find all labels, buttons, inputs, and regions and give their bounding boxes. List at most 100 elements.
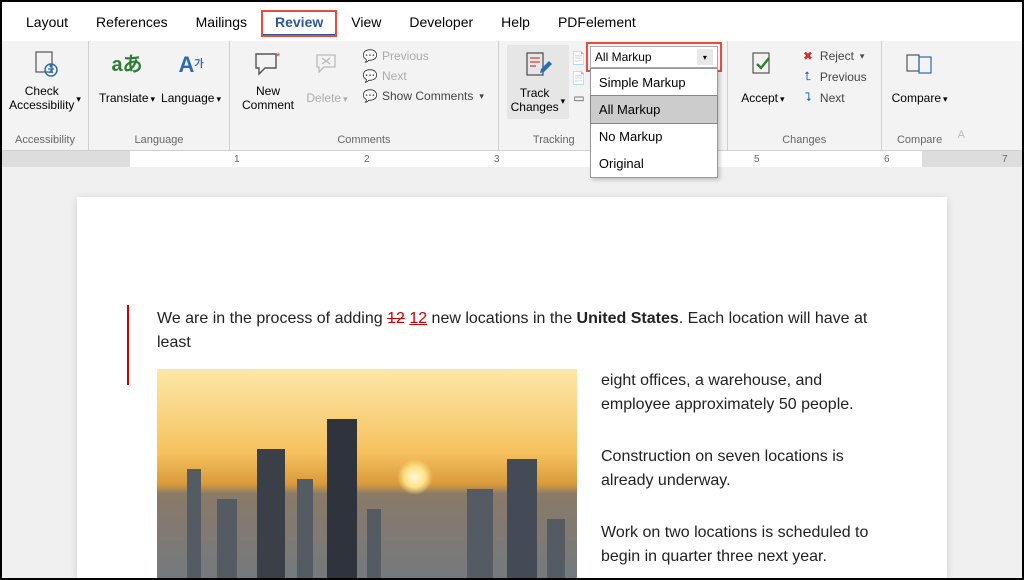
ruler-mark: 6 (884, 154, 890, 165)
accept-button[interactable]: Accept▾ (736, 43, 790, 117)
tracking-option-2[interactable]: 📄 (571, 69, 587, 87)
reject-button[interactable]: ✖ Reject ▾ (794, 47, 873, 65)
ribbon-tabs: Layout References Mailings Review View D… (2, 2, 1022, 41)
image-building (217, 499, 237, 578)
track-changes-label: Track Changes (511, 87, 559, 115)
tab-mailings[interactable]: Mailings (182, 10, 261, 37)
ribbon: Check Accessibility▾ Accessibility aあ Tr… (2, 41, 1022, 151)
changes-next-label: Next (820, 91, 845, 105)
next-comment-icon: 💬 (362, 69, 378, 83)
markup-option-none[interactable]: No Markup (591, 123, 717, 150)
image-building (547, 519, 565, 578)
show-comments-button[interactable]: 💬 Show Comments ▾ (356, 87, 490, 105)
tracking-option-3[interactable]: ▭ (571, 89, 587, 107)
paragraph-2: Construction on seven locations is alrea… (601, 445, 887, 493)
changes-next-button[interactable]: ⮧ Next (794, 88, 873, 107)
new-comment-button[interactable]: * New Comment (238, 43, 298, 117)
chevron-down-icon: ▾ (780, 94, 785, 104)
text-bold-country: United States (577, 310, 679, 327)
show-comments-label: Show Comments (382, 89, 473, 103)
markup-view-dropdown: Simple Markup All Markup No Markup Origi… (590, 68, 718, 178)
document-viewport[interactable]: We are in the process of adding 12 12 ne… (2, 167, 1022, 578)
ruler-mark: 3 (494, 154, 500, 165)
paragraph-3: Work on two locations is scheduled to be… (601, 521, 887, 569)
image-building (257, 449, 285, 578)
text-lead: We are in the process of adding (157, 310, 387, 327)
translate-button[interactable]: aあ Translate▾ (97, 43, 157, 117)
inserted-text: 12 (409, 310, 427, 327)
chevron-down-icon: ▾ (343, 94, 348, 104)
language-button[interactable]: A가 Language▾ (161, 43, 221, 117)
show-comments-icon: 💬 (362, 89, 378, 103)
chevron-down-icon: ▾ (860, 51, 865, 62)
chevron-down-icon: ▾ (479, 91, 484, 102)
image-building (467, 489, 493, 578)
markup-option-all[interactable]: All Markup (591, 96, 717, 123)
next-change-icon: ⮧ (800, 90, 816, 105)
delete-comment-button[interactable]: Delete▾ (302, 43, 352, 117)
ruler-mark: 1 (234, 154, 240, 165)
tab-help[interactable]: Help (487, 10, 544, 37)
compare-button[interactable]: Compare▾ (890, 43, 950, 117)
translate-icon: aあ (111, 47, 142, 83)
group-accessibility: Check Accessibility▾ Accessibility (2, 41, 89, 150)
translate-label: Translate (99, 92, 149, 106)
previous-comment-label: Previous (382, 49, 429, 63)
accept-label: Accept (741, 92, 778, 106)
markup-option-simple[interactable]: Simple Markup (591, 69, 717, 96)
delete-comment-icon (314, 47, 340, 83)
reject-label: Reject (820, 49, 854, 63)
previous-comment-button[interactable]: 💬 Previous (356, 47, 490, 65)
tab-review[interactable]: Review (261, 10, 337, 37)
check-accessibility-button[interactable]: Check Accessibility▾ (10, 43, 80, 117)
chevron-down-icon: ▾ (561, 96, 566, 106)
tab-view[interactable]: View (337, 10, 395, 37)
paragraph-1: We are in the process of adding 12 12 ne… (157, 307, 887, 355)
accessibility-icon (31, 47, 59, 83)
track-changes-icon (523, 49, 553, 85)
check-accessibility-label: Check Accessibility (9, 85, 74, 113)
compare-icon (905, 47, 935, 83)
deleted-text: 12 (387, 310, 405, 327)
language-label: Language (161, 92, 214, 106)
previous-comment-icon: 💬 (362, 49, 378, 63)
document-page[interactable]: We are in the process of adding 12 12 ne… (77, 197, 947, 578)
chevron-down-icon: ▾ (76, 94, 81, 104)
image-building (327, 419, 357, 578)
delete-comment-label: Delete (306, 92, 341, 106)
image-building (507, 459, 537, 578)
next-comment-button[interactable]: 💬 Next (356, 67, 490, 85)
markup-dropdown-highlight: All Markup ▾ Simple Markup All Markup No… (589, 45, 719, 69)
group-changes: Accept▾ ✖ Reject ▾ ⮤ Previous ⮧ Next Cha… (728, 41, 882, 150)
group-changes-label: Changes (782, 132, 826, 150)
previous-change-icon: ⮤ (800, 69, 816, 84)
accept-icon (749, 47, 777, 83)
image-building (187, 469, 201, 578)
tab-layout[interactable]: Layout (12, 10, 82, 37)
tab-pdfelement[interactable]: PDFelement (544, 10, 650, 37)
ruler-mark: 7 (1002, 154, 1008, 165)
changes-previous-button[interactable]: ⮤ Previous (794, 67, 873, 86)
group-accessibility-label: Accessibility (15, 132, 75, 150)
reject-icon: ✖ (800, 49, 816, 63)
ruler-mark: 5 (754, 154, 760, 165)
group-tracking-label: Tracking (533, 132, 575, 150)
ribbon-overflow: A (958, 41, 972, 150)
image-building (367, 509, 381, 578)
group-compare-label: Compare (897, 132, 942, 150)
chevron-down-icon: ▾ (151, 94, 156, 104)
paragraph-1-wrap: eight offices, a warehouse, and employee… (601, 369, 887, 417)
tracking-option-1[interactable]: 📄 (571, 49, 587, 67)
group-comments: * New Comment Delete▾ 💬 Previous 💬 Next (230, 41, 499, 150)
chevron-down-icon: ▾ (697, 49, 713, 65)
markup-view-combo[interactable]: All Markup ▾ (590, 46, 718, 68)
track-changes-button[interactable]: Track Changes▾ (507, 45, 569, 119)
markup-option-original[interactable]: Original (591, 150, 717, 177)
tab-references[interactable]: References (82, 10, 182, 37)
changes-previous-label: Previous (820, 70, 867, 84)
inline-image-cityscape[interactable] (157, 369, 577, 578)
ruler-mark: 2 (364, 154, 370, 165)
new-comment-label: New Comment (242, 85, 294, 113)
group-tracking: Track Changes▾ 📄 📄 ▭ All Markup ▾ Simple… (499, 41, 728, 150)
tab-developer[interactable]: Developer (395, 10, 487, 37)
